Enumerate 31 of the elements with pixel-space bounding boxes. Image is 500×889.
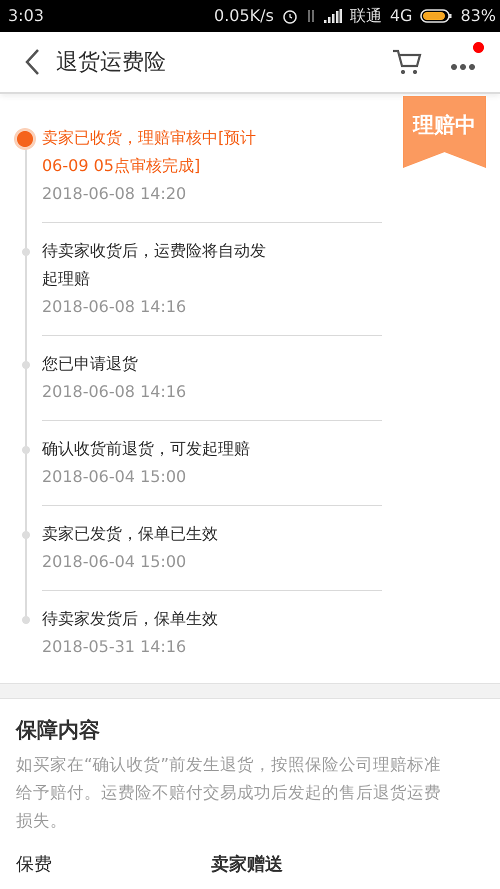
timeline-date: 2018-06-08 14:16 bbox=[42, 381, 188, 403]
timeline-text: 卖家已收货，理赔审核中[预计06-09 05点审核完成] bbox=[42, 127, 258, 177]
page-title: 退货运费险 bbox=[56, 48, 166, 76]
timeline-text: 待卖家收货后，运费险将自动发起理赔 bbox=[42, 240, 267, 290]
timeline-text: 您已申请退货 bbox=[42, 353, 139, 375]
network-type: 4G bbox=[390, 5, 412, 27]
timeline-date: 2018-06-04 15:00 bbox=[42, 551, 188, 573]
timeline-text: 确认收货前退货，可发起理赔 bbox=[42, 438, 251, 460]
timeline-date: 2018-06-04 15:00 bbox=[42, 466, 188, 488]
timeline-text: 待卖家发货后，保单生效 bbox=[42, 608, 219, 630]
cart-icon bbox=[392, 48, 422, 76]
fee-label: 保费 bbox=[16, 852, 53, 876]
back-icon bbox=[24, 48, 40, 76]
fee-value: 卖家赠送 bbox=[211, 852, 283, 876]
status-ribbon: 理赔中 bbox=[403, 96, 486, 168]
carrier-name: 联通 bbox=[350, 5, 382, 27]
battery-percent: 83% bbox=[460, 5, 496, 27]
more-icon bbox=[450, 62, 476, 72]
timeline-date: 2018-06-08 14:20 bbox=[42, 183, 188, 205]
timeline-date: 2018-05-31 14:16 bbox=[42, 636, 188, 658]
battery-icon bbox=[420, 8, 452, 24]
back-button[interactable] bbox=[24, 48, 40, 76]
timeline-text: 卖家已发货，保单已生效 bbox=[42, 523, 219, 545]
signal-icon bbox=[324, 9, 342, 23]
network-speed: 0.05K/s bbox=[214, 5, 274, 27]
coverage-description: 如买家在“确认收货”前发生退货，按照保险公司理赔标准给予赔付。运费险不赔付交易成功后发起的售后退货运费损失。 bbox=[16, 754, 442, 832]
timeline-date: 2018-06-08 14:16 bbox=[42, 296, 188, 318]
section-title: 保障内容 bbox=[16, 717, 101, 744]
cart-button[interactable] bbox=[392, 48, 422, 76]
status-time: 3:03 bbox=[8, 5, 44, 27]
alarm-icon bbox=[282, 8, 298, 24]
